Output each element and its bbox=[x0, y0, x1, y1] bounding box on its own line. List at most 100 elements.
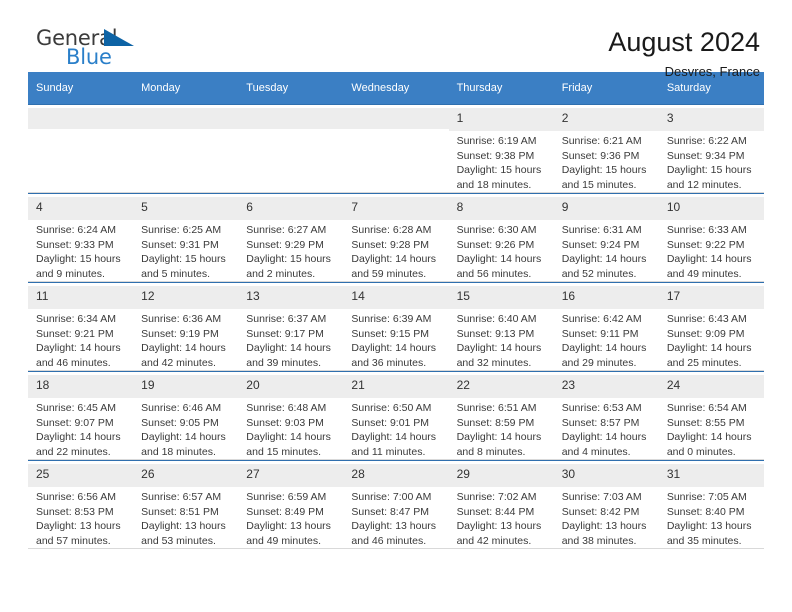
day-number: 9 bbox=[561, 200, 569, 214]
day-sun-info: Sunrise: 6:57 AM Sunset: 8:51 PM Dayligh… bbox=[141, 491, 226, 547]
day-number: 31 bbox=[666, 467, 681, 481]
day-number: 25 bbox=[36, 467, 50, 481]
brand-logo[interactable]: General Blue bbox=[36, 26, 156, 72]
day-sun-info: Sunrise: 6:27 AM Sunset: 9:29 PM Dayligh… bbox=[246, 224, 331, 280]
day-sun-info: Sunrise: 6:33 AM Sunset: 9:22 PM Dayligh… bbox=[666, 224, 752, 280]
calendar-body: 1 Sunrise: 6:19 AM Sunset: 9:38 PM Daylig… bbox=[28, 104, 764, 549]
calendar-day-cell[interactable]: 13 Sunrise: 6:37 AM Sunset: 9:17 PM Dayli… bbox=[238, 281, 344, 371]
day-sun-info: Sunrise: 7:02 AM Sunset: 8:44 PM Dayligh… bbox=[456, 491, 542, 547]
day-sun-info: Sunrise: 6:53 AM Sunset: 8:57 PM Dayligh… bbox=[561, 402, 647, 458]
calendar-day-cell[interactable]: 24 Sunrise: 6:54 AM Sunset: 8:55 PM Dayli… bbox=[658, 370, 764, 460]
day-number bbox=[36, 110, 125, 112]
day-number: 6 bbox=[246, 200, 253, 214]
calendar-day-cell[interactable]: 20 Sunrise: 6:48 AM Sunset: 9:03 PM Dayli… bbox=[238, 370, 344, 460]
day-number bbox=[351, 110, 440, 112]
day-sun-info: Sunrise: 6:46 AM Sunset: 9:05 PM Dayligh… bbox=[141, 402, 226, 458]
calendar-week-row: 18 Sunrise: 6:45 AM Sunset: 9:07 PM Dayli… bbox=[28, 370, 764, 460]
day-sun-info: Sunrise: 6:36 AM Sunset: 9:19 PM Dayligh… bbox=[141, 313, 226, 369]
day-sun-info: Sunrise: 6:25 AM Sunset: 9:31 PM Dayligh… bbox=[141, 224, 226, 280]
calendar-day-cell bbox=[28, 104, 134, 193]
calendar-day-cell[interactable]: 5 Sunrise: 6:25 AM Sunset: 9:31 PM Daylig… bbox=[133, 192, 239, 282]
calendar-day-cell[interactable]: 27 Sunrise: 6:59 AM Sunset: 8:49 PM Dayli… bbox=[238, 459, 344, 549]
calendar-day-cell bbox=[238, 104, 344, 193]
weekday-header-tuesday: Tuesday bbox=[238, 72, 344, 104]
weekday-header-monday: Monday bbox=[133, 72, 239, 104]
weekday-header-wednesday: Wednesday bbox=[343, 72, 449, 104]
location-subtitle: Desvres, France bbox=[664, 64, 760, 79]
brand-name-blue: Blue bbox=[66, 45, 112, 69]
day-number: 19 bbox=[141, 378, 155, 392]
day-sun-info bbox=[246, 129, 335, 132]
day-sun-info: Sunrise: 6:56 AM Sunset: 8:53 PM Dayligh… bbox=[36, 491, 121, 547]
calendar-week-row: 25 Sunrise: 6:56 AM Sunset: 8:53 PM Dayli… bbox=[28, 459, 764, 549]
calendar-day-cell[interactable]: 17 Sunrise: 6:43 AM Sunset: 9:09 PM Dayli… bbox=[658, 281, 764, 371]
day-sun-info: Sunrise: 6:24 AM Sunset: 9:33 PM Dayligh… bbox=[36, 224, 121, 280]
calendar-day-cell[interactable]: 15 Sunrise: 6:40 AM Sunset: 9:13 PM Dayli… bbox=[448, 281, 554, 371]
calendar-day-cell[interactable]: 3 Sunrise: 6:22 AM Sunset: 9:34 PM Daylig… bbox=[658, 104, 764, 193]
day-number: 23 bbox=[561, 378, 576, 392]
day-number: 1 bbox=[456, 111, 464, 125]
calendar-day-cell[interactable]: 12 Sunrise: 6:36 AM Sunset: 9:19 PM Dayli… bbox=[133, 281, 239, 371]
day-sun-info: Sunrise: 6:22 AM Sunset: 9:34 PM Dayligh… bbox=[666, 135, 752, 191]
calendar-day-cell[interactable]: 26 Sunrise: 6:57 AM Sunset: 8:51 PM Dayli… bbox=[133, 459, 239, 549]
day-number: 12 bbox=[141, 289, 155, 303]
day-sun-info: Sunrise: 6:59 AM Sunset: 8:49 PM Dayligh… bbox=[246, 491, 331, 547]
day-sun-info: Sunrise: 6:54 AM Sunset: 8:55 PM Dayligh… bbox=[666, 402, 752, 458]
calendar-day-cell[interactable]: 19 Sunrise: 6:46 AM Sunset: 9:05 PM Dayli… bbox=[133, 370, 239, 460]
calendar-day-cell[interactable]: 16 Sunrise: 6:42 AM Sunset: 9:11 PM Dayli… bbox=[553, 281, 659, 371]
day-sun-info: Sunrise: 6:48 AM Sunset: 9:03 PM Dayligh… bbox=[246, 402, 331, 458]
day-sun-info bbox=[36, 129, 125, 132]
day-sun-info: Sunrise: 6:40 AM Sunset: 9:13 PM Dayligh… bbox=[456, 313, 542, 369]
day-sun-info: Sunrise: 6:19 AM Sunset: 9:38 PM Dayligh… bbox=[456, 135, 542, 191]
day-sun-info: Sunrise: 7:00 AM Sunset: 8:47 PM Dayligh… bbox=[351, 491, 437, 547]
day-sun-info: Sunrise: 6:51 AM Sunset: 8:59 PM Dayligh… bbox=[456, 402, 542, 458]
calendar-week-row: 1 Sunrise: 6:19 AM Sunset: 9:38 PM Daylig… bbox=[28, 104, 764, 193]
calendar-day-cell bbox=[343, 104, 449, 193]
calendar-day-cell[interactable]: 10 Sunrise: 6:33 AM Sunset: 9:22 PM Dayli… bbox=[658, 192, 764, 282]
calendar-day-cell[interactable]: 2 Sunrise: 6:21 AM Sunset: 9:36 PM Daylig… bbox=[553, 104, 659, 193]
calendar-day-cell[interactable]: 4 Sunrise: 6:24 AM Sunset: 9:33 PM Daylig… bbox=[28, 192, 134, 282]
calendar-day-cell[interactable]: 9 Sunrise: 6:31 AM Sunset: 9:24 PM Daylig… bbox=[553, 192, 659, 282]
calendar-day-cell[interactable]: 11 Sunrise: 6:34 AM Sunset: 9:21 PM Dayli… bbox=[28, 281, 134, 371]
calendar-day-cell[interactable]: 23 Sunrise: 6:53 AM Sunset: 8:57 PM Dayli… bbox=[553, 370, 659, 460]
calendar-day-cell[interactable]: 28 Sunrise: 7:00 AM Sunset: 8:47 PM Dayli… bbox=[343, 459, 449, 549]
weekday-header-sunday: Sunday bbox=[28, 72, 134, 104]
calendar-day-cell[interactable]: 30 Sunrise: 7:03 AM Sunset: 8:42 PM Dayli… bbox=[553, 459, 659, 549]
day-number: 27 bbox=[246, 467, 260, 481]
day-number: 17 bbox=[666, 289, 681, 303]
day-number: 18 bbox=[36, 378, 50, 392]
day-sun-info bbox=[141, 129, 230, 132]
day-number: 2 bbox=[561, 111, 569, 125]
calendar-week-row: 4 Sunrise: 6:24 AM Sunset: 9:33 PM Daylig… bbox=[28, 192, 764, 282]
calendar-day-cell[interactable]: 29 Sunrise: 7:02 AM Sunset: 8:44 PM Dayli… bbox=[448, 459, 554, 549]
calendar-table: Sunday Monday Tuesday Wednesday Thursday… bbox=[28, 72, 764, 549]
day-number: 4 bbox=[36, 200, 43, 214]
calendar-day-cell[interactable]: 6 Sunrise: 6:27 AM Sunset: 9:29 PM Daylig… bbox=[238, 192, 344, 282]
day-sun-info: Sunrise: 7:05 AM Sunset: 8:40 PM Dayligh… bbox=[666, 491, 752, 547]
page-header: General Blue August 2024 Desvres, France bbox=[28, 0, 764, 79]
calendar-day-cell[interactable]: 7 Sunrise: 6:28 AM Sunset: 9:28 PM Daylig… bbox=[343, 192, 449, 282]
calendar-day-cell[interactable]: 8 Sunrise: 6:30 AM Sunset: 9:26 PM Daylig… bbox=[448, 192, 554, 282]
day-sun-info: Sunrise: 6:43 AM Sunset: 9:09 PM Dayligh… bbox=[666, 313, 752, 369]
calendar-day-cell[interactable]: 1 Sunrise: 6:19 AM Sunset: 9:38 PM Daylig… bbox=[448, 104, 554, 193]
calendar-day-cell[interactable]: 22 Sunrise: 6:51 AM Sunset: 8:59 PM Dayli… bbox=[448, 370, 554, 460]
day-sun-info: Sunrise: 6:31 AM Sunset: 9:24 PM Dayligh… bbox=[561, 224, 647, 280]
calendar-day-cell[interactable]: 31 Sunrise: 7:05 AM Sunset: 8:40 PM Dayli… bbox=[658, 459, 764, 549]
day-number: 10 bbox=[666, 200, 681, 214]
title-block: August 2024 Desvres, France bbox=[608, 26, 764, 82]
day-number bbox=[246, 110, 335, 112]
day-sun-info: Sunrise: 6:39 AM Sunset: 9:15 PM Dayligh… bbox=[351, 313, 437, 369]
calendar-day-cell[interactable]: 14 Sunrise: 6:39 AM Sunset: 9:15 PM Dayli… bbox=[343, 281, 449, 371]
calendar-day-cell[interactable]: 25 Sunrise: 6:56 AM Sunset: 8:53 PM Dayli… bbox=[28, 459, 134, 549]
day-sun-info: Sunrise: 6:30 AM Sunset: 9:26 PM Dayligh… bbox=[456, 224, 542, 280]
calendar-week-row: 11 Sunrise: 6:34 AM Sunset: 9:21 PM Dayli… bbox=[28, 281, 764, 371]
day-number bbox=[141, 110, 230, 112]
weekday-header-thursday: Thursday bbox=[448, 72, 554, 104]
day-sun-info: Sunrise: 6:45 AM Sunset: 9:07 PM Dayligh… bbox=[36, 402, 121, 458]
day-number: 15 bbox=[456, 289, 470, 303]
day-number: 29 bbox=[456, 467, 470, 481]
calendar-day-cell[interactable]: 21 Sunrise: 6:50 AM Sunset: 9:01 PM Dayli… bbox=[343, 370, 449, 460]
day-number: 21 bbox=[351, 378, 365, 392]
calendar-day-cell[interactable]: 18 Sunrise: 6:45 AM Sunset: 9:07 PM Dayli… bbox=[28, 370, 134, 460]
day-sun-info: Sunrise: 7:03 AM Sunset: 8:42 PM Dayligh… bbox=[561, 491, 647, 547]
